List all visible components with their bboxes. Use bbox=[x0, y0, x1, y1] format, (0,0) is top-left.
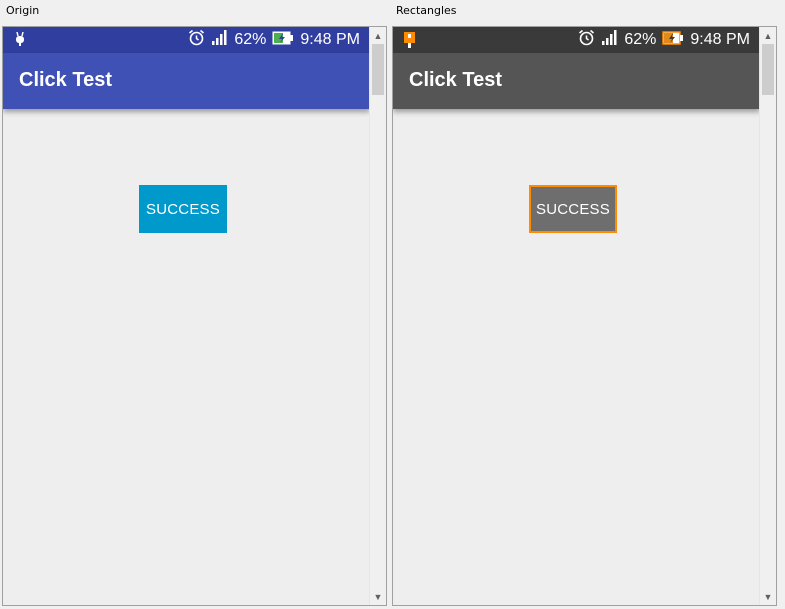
phone-screen: 62% 9:48 PM Click Test SUCCESS bbox=[393, 27, 760, 605]
app-bar: Click Test bbox=[3, 53, 370, 109]
signal-icon bbox=[601, 30, 618, 50]
status-bar: 62% 9:48 PM bbox=[3, 27, 370, 53]
origin-panel: 62% 9:48 PM Click Test SUCCESS ▲ ▼ bbox=[2, 26, 387, 606]
rectangles-label: Rectangles bbox=[396, 4, 457, 17]
notification-icon bbox=[403, 31, 419, 49]
scroll-thumb[interactable] bbox=[372, 44, 384, 95]
battery-charging-icon bbox=[272, 31, 294, 50]
vertical-scrollbar[interactable]: ▲ ▼ bbox=[369, 27, 386, 605]
status-time: 9:48 PM bbox=[690, 31, 750, 48]
vertical-scrollbar[interactable]: ▲ ▼ bbox=[759, 27, 776, 605]
success-button[interactable]: SUCCESS bbox=[139, 185, 227, 233]
origin-label: Origin bbox=[6, 4, 40, 17]
signal-icon bbox=[211, 30, 228, 50]
scroll-thumb[interactable] bbox=[762, 44, 774, 95]
scroll-up-icon[interactable]: ▲ bbox=[760, 27, 776, 44]
alarm-icon bbox=[188, 29, 205, 51]
status-bar: 62% 9:48 PM bbox=[393, 27, 760, 53]
app-bar: Click Test bbox=[393, 53, 760, 109]
app-title: Click Test bbox=[409, 69, 502, 91]
scroll-down-icon[interactable]: ▼ bbox=[760, 588, 776, 605]
scroll-down-icon[interactable]: ▼ bbox=[370, 588, 386, 605]
battery-percent: 62% bbox=[624, 31, 657, 48]
android-debug-icon bbox=[13, 31, 29, 49]
battery-charging-icon bbox=[662, 30, 684, 50]
rectangles-panel: 62% 9:48 PM Click Test SUCCESS ▲ ▼ bbox=[392, 26, 777, 606]
alarm-icon bbox=[578, 29, 595, 51]
scroll-up-icon[interactable]: ▲ bbox=[370, 27, 386, 44]
phone-screen: 62% 9:48 PM Click Test SUCCESS bbox=[3, 27, 370, 605]
status-time: 9:48 PM bbox=[300, 31, 360, 48]
success-button[interactable]: SUCCESS bbox=[529, 185, 617, 233]
app-title: Click Test bbox=[19, 69, 112, 91]
battery-percent: 62% bbox=[234, 31, 267, 48]
